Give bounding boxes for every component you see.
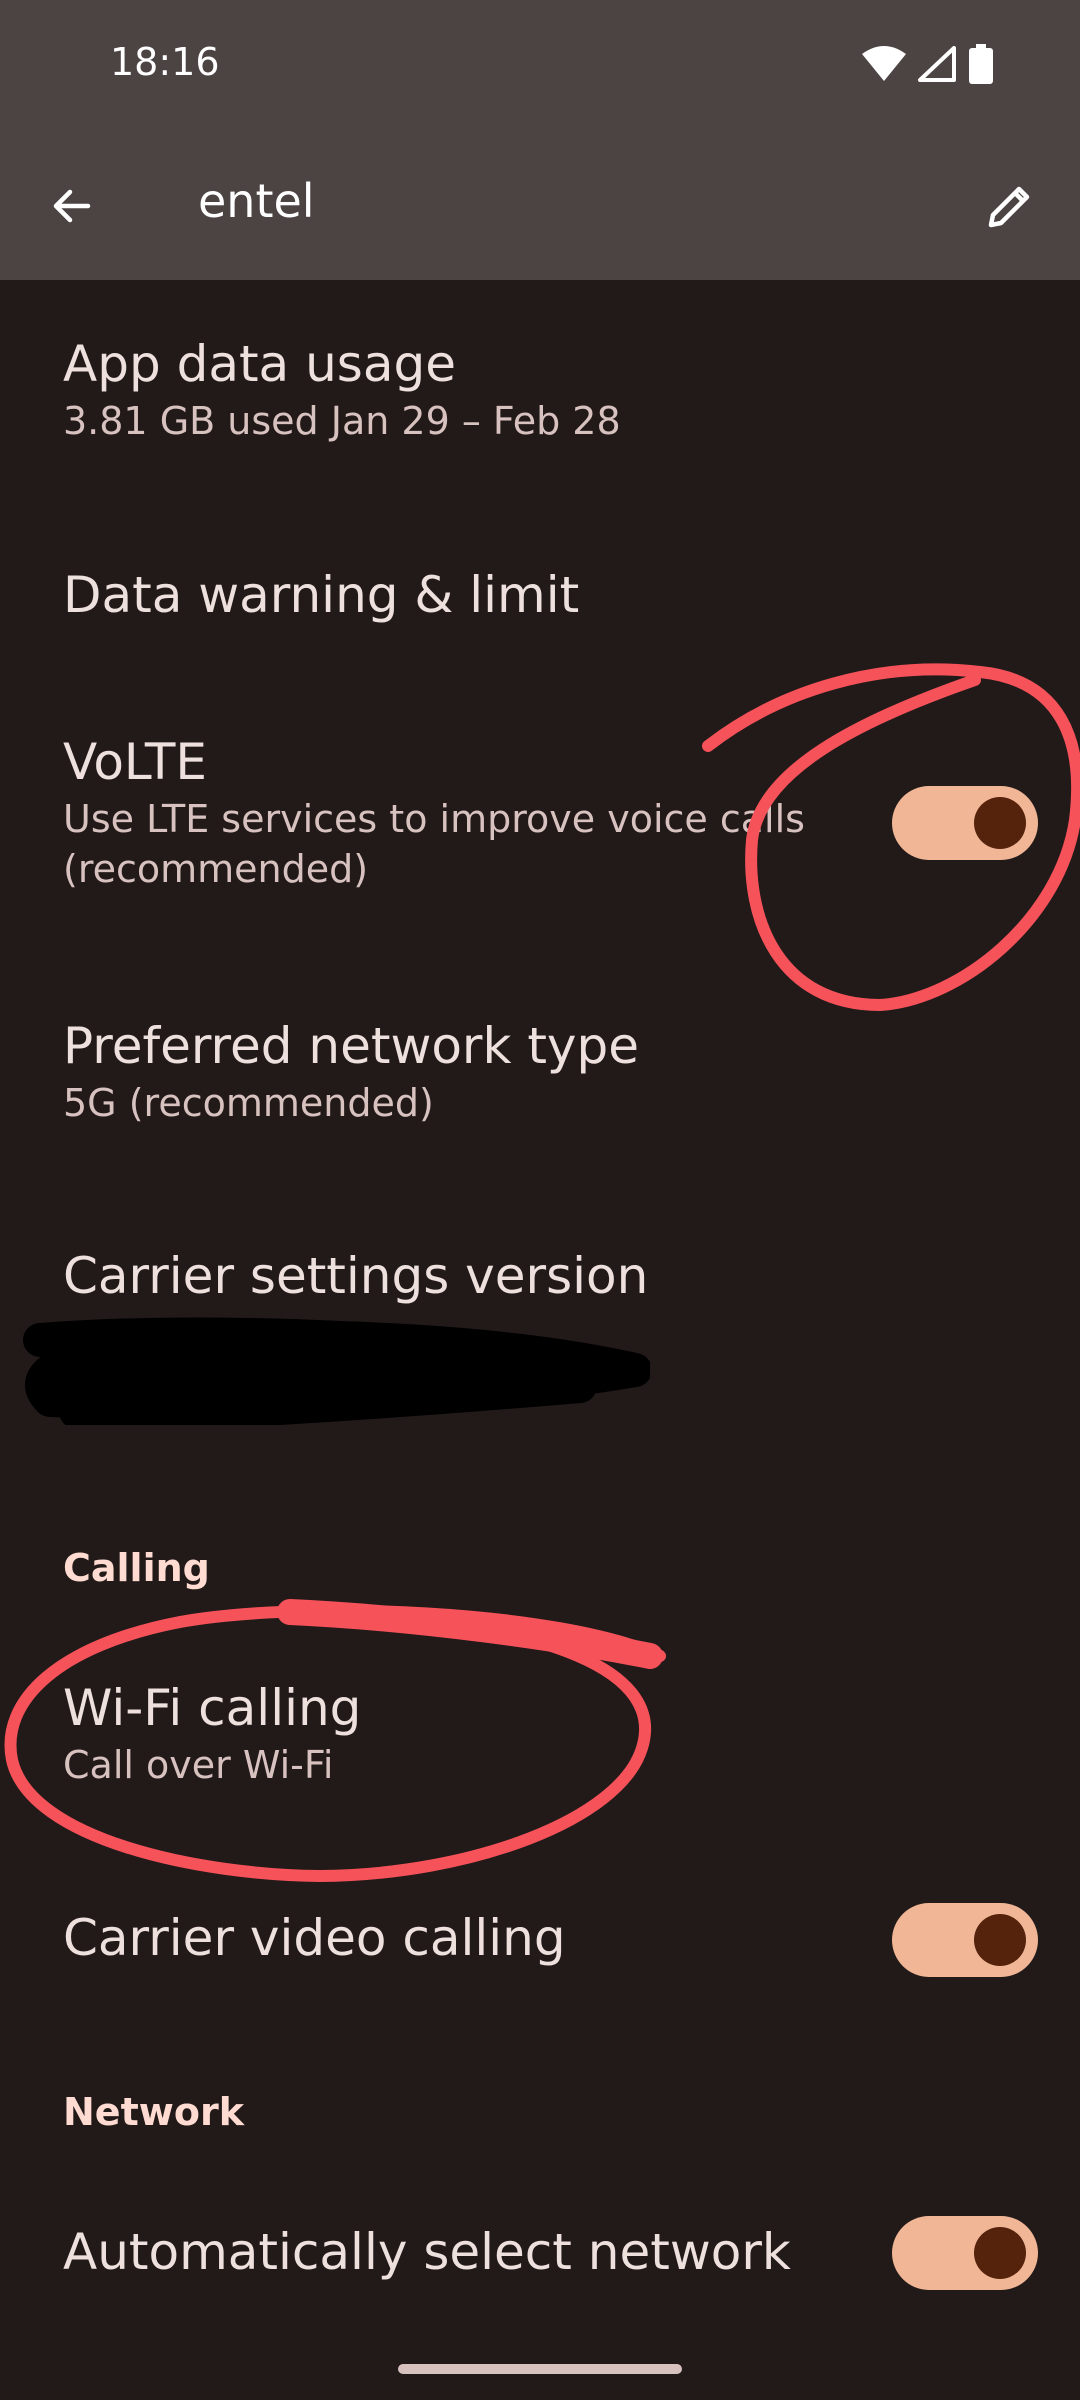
toggle-knob [974,1914,1026,1966]
redaction-scribble [23,1317,650,1425]
status-bar: 18:16 [0,0,1080,132]
back-button[interactable] [40,174,104,238]
wifi-calling-title: Wi-Fi calling [63,1679,362,1737]
page-title: entel [198,174,315,228]
annotation-stroke-wifi-calling [277,1599,663,1669]
edit-button[interactable] [978,174,1042,238]
cell-signal-icon [918,46,956,82]
preferred-network-subtitle: 5G (recommended) [63,1081,434,1125]
section-header-network: Network [63,2090,244,2134]
status-time: 18:16 [110,40,220,84]
carrier-settings-title: Carrier settings version [63,1247,649,1305]
volte-toggle[interactable] [892,786,1038,860]
arrow-back-icon [53,189,91,223]
app-bar: entel [0,132,1080,280]
wifi-icon [862,46,906,81]
data-warning-item[interactable]: Data warning & limit [63,565,1080,625]
status-icons [862,44,994,84]
wifi-calling-subtitle: Call over Wi-Fi [63,1743,334,1787]
pencil-icon [988,186,1030,228]
toggle-knob [974,2227,1026,2279]
volte-title: VoLTE [63,733,208,791]
app-data-usage-item[interactable]: App data usage 3.81 GB used Jan 29 – Feb… [63,334,1080,448]
preferred-network-title: Preferred network type [63,1017,640,1075]
carrier-settings-item[interactable]: Carrier settings version [63,1246,1080,1306]
toggle-knob [974,797,1026,849]
data-warning-title: Data warning & limit [63,566,580,624]
home-indicator[interactable] [398,2364,682,2374]
app-data-usage-title: App data usage [63,335,456,393]
battery-icon [969,44,993,84]
preferred-network-item[interactable]: Preferred network type 5G (recommended) [63,1016,1080,1130]
auto-select-network-toggle[interactable] [892,2216,1038,2290]
carrier-video-toggle[interactable] [892,1903,1038,1977]
app-data-usage-subtitle: 3.81 GB used Jan 29 – Feb 28 [63,399,621,443]
section-header-calling: Calling [63,1546,210,1590]
wifi-calling-item[interactable]: Wi-Fi calling Call over Wi-Fi [63,1678,1080,1792]
